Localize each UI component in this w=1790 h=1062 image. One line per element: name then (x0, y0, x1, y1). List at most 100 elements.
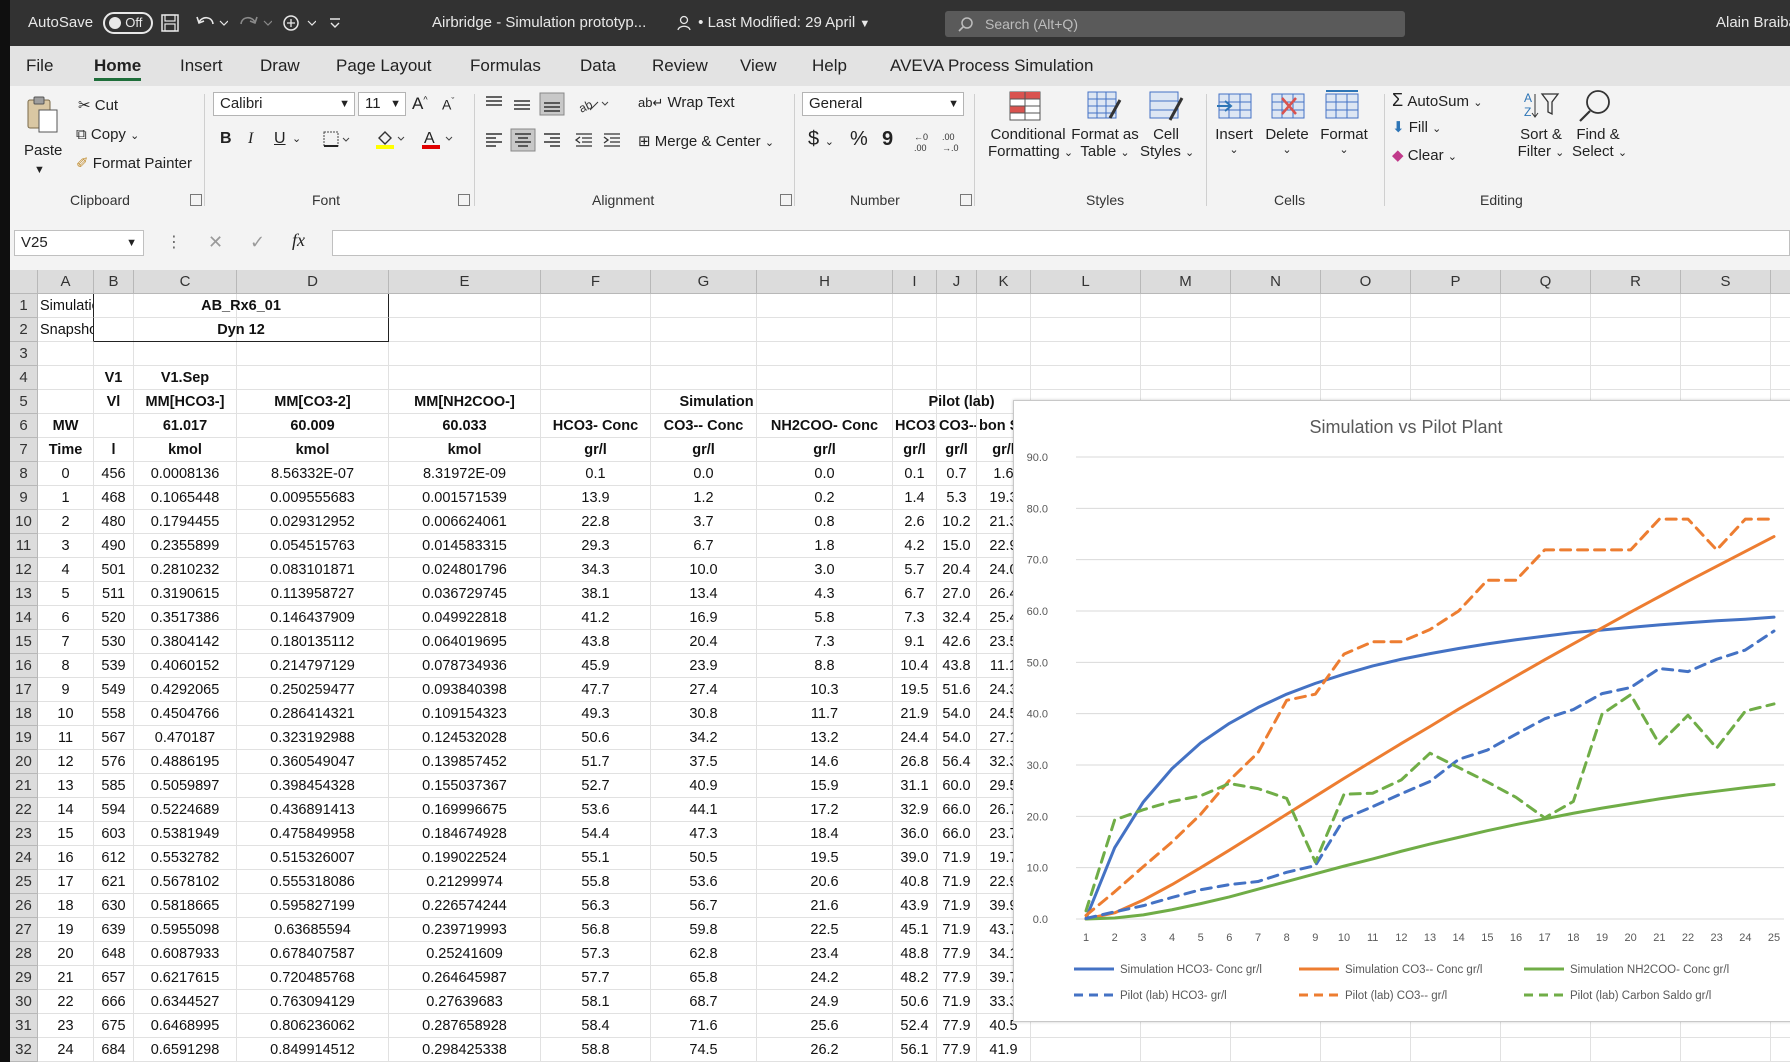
data-cell[interactable]: 18 (38, 894, 94, 918)
data-cell[interactable]: 10.4 (893, 654, 937, 678)
alignment-launcher-icon[interactable] (780, 194, 792, 206)
data-cell[interactable]: 8.8 (757, 654, 893, 678)
data-cell[interactable]: 20.4 (937, 558, 977, 582)
select-all-corner[interactable] (10, 270, 38, 294)
data-cell[interactable]: 8.31972E-09 (389, 462, 541, 486)
data-cell[interactable]: 0.63685594 (237, 918, 389, 942)
cell-empty[interactable] (541, 318, 651, 342)
data-cell[interactable]: 51.6 (937, 678, 977, 702)
data-cell[interactable]: 50.5 (651, 846, 757, 870)
row-header-32[interactable]: 32 (10, 1038, 38, 1062)
data-cell[interactable]: 71.9 (937, 918, 977, 942)
data-cell[interactable]: 71.9 (937, 846, 977, 870)
data-cell[interactable]: 0.5532782 (134, 846, 237, 870)
cell-header[interactable]: gr/l (757, 438, 893, 462)
data-cell[interactable]: 21.9 (893, 702, 937, 726)
data-cell[interactable]: 0.849914512 (237, 1038, 389, 1062)
tab-home[interactable]: Home (94, 46, 142, 86)
cell-empty[interactable] (1591, 342, 1681, 366)
data-cell[interactable]: 603 (94, 822, 134, 846)
data-cell[interactable]: 6.7 (893, 582, 937, 606)
data-cell[interactable]: 48.2 (893, 966, 937, 990)
cell-empty[interactable] (937, 342, 977, 366)
data-cell[interactable]: 57.3 (541, 942, 651, 966)
share-status[interactable]: • Last Modified: 29 April ▼ (676, 0, 870, 46)
data-cell[interactable]: 60.0 (937, 774, 977, 798)
data-cell[interactable]: 0.5059897 (134, 774, 237, 798)
data-cell[interactable]: 0.806236062 (237, 1014, 389, 1038)
data-cell[interactable]: 41.2 (541, 606, 651, 630)
data-cell[interactable]: 0.555318086 (237, 870, 389, 894)
data-cell[interactable]: 62.8 (651, 942, 757, 966)
cell-empty[interactable] (237, 342, 389, 366)
cell-header[interactable]: l (94, 438, 134, 462)
row-header-24[interactable]: 24 (10, 846, 38, 870)
cancel-icon[interactable]: ✕ (208, 232, 223, 253)
data-cell[interactable]: 5.7 (893, 558, 937, 582)
format-cells-icon[interactable] (1322, 88, 1362, 124)
data-cell[interactable]: 0.1 (893, 462, 937, 486)
tab-view[interactable]: View (740, 46, 777, 86)
cell-header[interactable]: MM[NH2COO-] (389, 390, 541, 414)
data-cell[interactable]: 58.1 (541, 990, 651, 1014)
data-cell[interactable]: 0.2355899 (134, 534, 237, 558)
autosave[interactable]: AutoSave Off (28, 0, 154, 46)
data-cell[interactable]: 16.9 (651, 606, 757, 630)
data-cell[interactable]: 0.6468995 (134, 1014, 237, 1038)
orientation-icon[interactable]: ab (576, 94, 612, 118)
cell-empty[interactable] (1321, 1038, 1411, 1062)
sort-filter-button[interactable]: Sort & Filter ⌄ (1516, 126, 1566, 160)
data-cell[interactable]: 17 (38, 870, 94, 894)
data-cell[interactable]: 50.6 (893, 990, 937, 1014)
data-cell[interactable]: 0 (38, 462, 94, 486)
data-cell[interactable]: 71.6 (651, 1014, 757, 1038)
data-cell[interactable]: 0.287658928 (389, 1014, 541, 1038)
data-cell[interactable]: 468 (94, 486, 134, 510)
cell-empty[interactable] (1771, 366, 1790, 390)
data-cell[interactable]: 0.6344527 (134, 990, 237, 1014)
data-cell[interactable]: 77.9 (937, 1014, 977, 1038)
data-cell[interactable]: 37.5 (651, 750, 757, 774)
row-header-26[interactable]: 26 (10, 894, 38, 918)
indent-icon[interactable] (572, 128, 628, 156)
more-options-icon[interactable]: ⋮ (166, 232, 182, 252)
data-cell[interactable]: 23.9 (651, 654, 757, 678)
data-cell[interactable]: 0.049922818 (389, 606, 541, 630)
data-cell[interactable]: 43.9 (893, 894, 937, 918)
data-cell[interactable]: 32.4 (937, 606, 977, 630)
cell-empty[interactable] (937, 366, 977, 390)
cell-empty[interactable] (389, 342, 541, 366)
data-cell[interactable]: 12 (38, 750, 94, 774)
data-cell[interactable]: 684 (94, 1038, 134, 1062)
data-cell[interactable]: 54.0 (937, 702, 977, 726)
cell-header[interactable]: kmol (134, 438, 237, 462)
data-cell[interactable]: 0.470187 (134, 726, 237, 750)
data-cell[interactable]: 0.720485768 (237, 966, 389, 990)
data-cell[interactable]: 13.4 (651, 582, 757, 606)
data-cell[interactable]: 26.8 (893, 750, 937, 774)
data-cell[interactable]: 0.763094129 (237, 990, 389, 1014)
data-cell[interactable]: 0.2810232 (134, 558, 237, 582)
column-header-e[interactable]: E (389, 270, 541, 294)
cell-empty[interactable] (1681, 294, 1771, 318)
row-header-14[interactable]: 14 (10, 606, 38, 630)
cell-empty[interactable] (237, 366, 389, 390)
cell-header[interactable]: MM[CO3-2] (237, 390, 389, 414)
data-cell[interactable]: 57.7 (541, 966, 651, 990)
cell-empty[interactable] (1031, 318, 1141, 342)
data-cell[interactable]: 8.56332E-07 (237, 462, 389, 486)
data-cell[interactable]: 0.5224689 (134, 798, 237, 822)
font-color-icon[interactable]: A (420, 128, 454, 154)
cell-empty[interactable] (893, 366, 937, 390)
row-header-6[interactable]: 6 (10, 414, 38, 438)
data-cell[interactable]: 480 (94, 510, 134, 534)
data-cell[interactable]: 21.6 (757, 894, 893, 918)
cell-empty[interactable] (1501, 1038, 1591, 1062)
cell-empty[interactable] (651, 366, 757, 390)
data-cell[interactable]: 56.8 (541, 918, 651, 942)
data-cell[interactable]: 27.4 (651, 678, 757, 702)
data-cell[interactable]: 0.286414321 (237, 702, 389, 726)
data-cell[interactable]: 612 (94, 846, 134, 870)
cell-empty[interactable] (977, 294, 1031, 318)
cell-empty[interactable] (1501, 294, 1591, 318)
